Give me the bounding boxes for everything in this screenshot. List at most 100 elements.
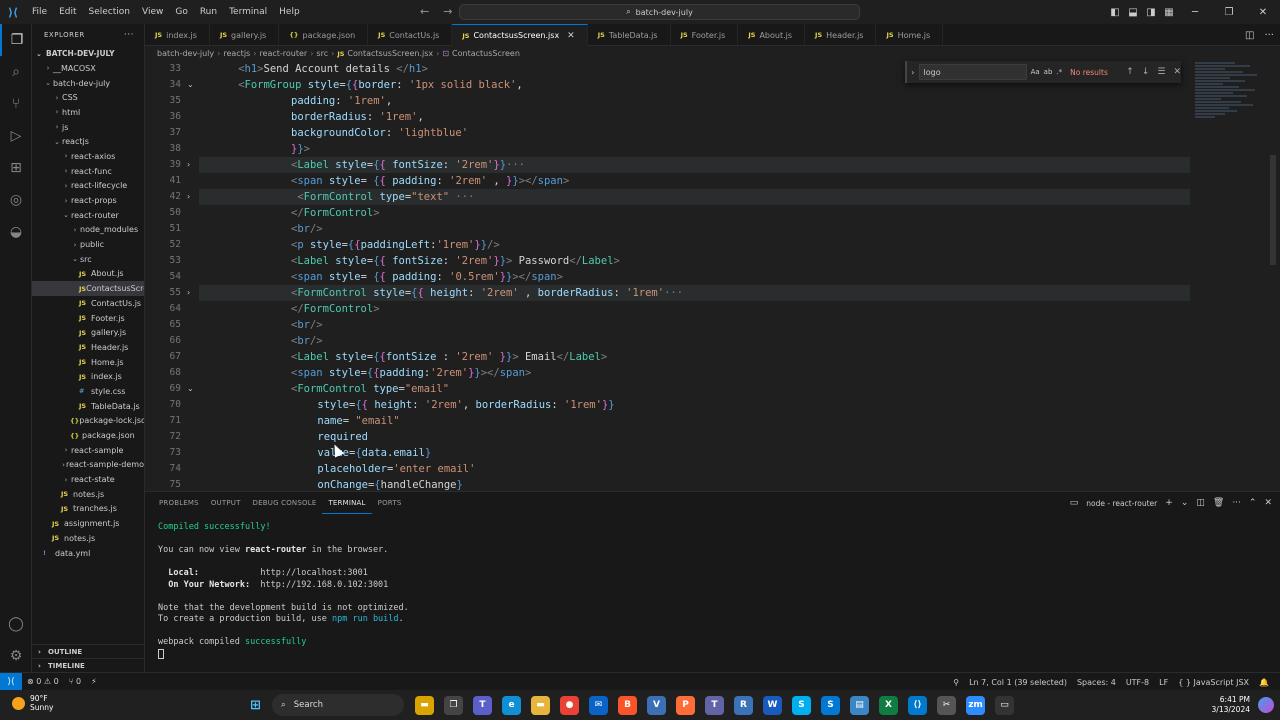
code-line[interactable]: <Label style={{fontSize : '2rem' }}> Ema…: [291, 349, 607, 365]
close-tab-icon[interactable]: ✕: [567, 31, 575, 41]
code-line[interactable]: <Label style={{ fontSize: '2rem'}}> Pass…: [291, 253, 620, 269]
manage-gear-icon[interactable]: ⚙: [0, 640, 32, 672]
source-control-icon[interactable]: ⑂: [0, 88, 32, 120]
tree-file[interactable]: {} package.json: [32, 428, 144, 443]
code-line[interactable]: required: [317, 429, 368, 445]
tree-folder[interactable]: › html: [32, 105, 144, 120]
code-line[interactable]: <FormControl type="text" ···: [291, 189, 474, 205]
forward-arrow-icon[interactable]: →: [443, 5, 452, 18]
panel-tab-problems[interactable]: PROBLEMS: [153, 492, 205, 514]
close-window-button[interactable]: ✕: [1246, 7, 1280, 18]
toggle-secondary-sidebar-icon[interactable]: ◨: [1142, 7, 1160, 18]
tree-folder[interactable]: › react-lifecycle: [32, 179, 144, 194]
search-view-icon[interactable]: ⌕: [0, 56, 32, 88]
minimize-button[interactable]: ─: [1178, 7, 1212, 18]
tree-file[interactable]: JS TableData.js: [32, 399, 144, 414]
taskbar-search[interactable]: ⌕ Search: [272, 694, 404, 716]
outline-section[interactable]: › OUTLINE: [32, 644, 144, 658]
maximize-panel-icon[interactable]: ⌃: [1249, 498, 1257, 508]
tree-folder[interactable]: › CSS: [32, 90, 144, 105]
vpn-icon[interactable]: V: [647, 695, 666, 715]
code-editor[interactable]: 33 <h1>Send Account details </h1> 34 ⌄ <Form…: [145, 61, 1280, 491]
menu-file[interactable]: File: [26, 0, 53, 24]
tree-file[interactable]: # style.css: [32, 384, 144, 399]
tree-folder[interactable]: › react-func: [32, 164, 144, 179]
tab-header-js[interactable]: JS Header.js: [805, 24, 877, 46]
code-line[interactable]: </FormControl>: [291, 205, 380, 221]
code-line[interactable]: backgroundColor: 'lightblue': [291, 125, 468, 141]
code-line[interactable]: <span style={{padding:'2rem'}}></span>: [291, 365, 531, 381]
tree-file[interactable]: JS assignment.js: [32, 516, 144, 531]
copilot-icon[interactable]: [1258, 697, 1274, 713]
next-match-icon[interactable]: ↓: [1142, 67, 1150, 77]
code-line[interactable]: </FormControl>: [291, 301, 380, 317]
skype-business-icon[interactable]: S: [821, 695, 840, 715]
extensions-icon[interactable]: ⊞: [0, 152, 32, 184]
tab-gallery-js[interactable]: JS gallery.js: [210, 24, 280, 46]
whole-word-icon[interactable]: ab: [1044, 68, 1053, 76]
menu-help[interactable]: Help: [273, 0, 306, 24]
split-terminal-icon[interactable]: ◫: [1196, 498, 1205, 508]
tab-contactsusscreen-jsx[interactable]: JS ContactsusScreen.jsx ✕: [452, 24, 588, 46]
restore-button[interactable]: ❐: [1212, 7, 1246, 18]
tree-file[interactable]: JS notes.js: [32, 531, 144, 546]
editor-scrollbar[interactable]: [1270, 155, 1276, 265]
tab-footer-js[interactable]: JS Footer.js: [671, 24, 739, 46]
code-line[interactable]: onChange={handleChange}: [317, 477, 462, 491]
menu-edit[interactable]: Edit: [53, 0, 82, 24]
breadcrumb-item[interactable]: src: [316, 49, 328, 58]
breadcrumb-item[interactable]: reactjs: [223, 49, 250, 58]
notepad-icon[interactable]: ▤: [850, 695, 869, 715]
panel-tab-terminal[interactable]: TERMINAL: [322, 492, 372, 514]
excel-icon[interactable]: X: [879, 695, 898, 715]
code-line[interactable]: <br/>: [291, 221, 323, 237]
folder-icon[interactable]: ▬: [531, 695, 550, 715]
menu-selection[interactable]: Selection: [83, 0, 136, 24]
tree-folder[interactable]: › node_modules: [32, 223, 144, 238]
menu-go[interactable]: Go: [169, 0, 193, 24]
breadcrumb-item[interactable]: ContactusScreen: [452, 49, 520, 58]
command-center[interactable]: ⌕ batch-dev-july: [459, 4, 860, 20]
toggle-panel-icon[interactable]: ⬓: [1124, 7, 1142, 18]
tree-file[interactable]: JS tranches.js: [32, 502, 144, 517]
encoding[interactable]: UTF-8: [1121, 678, 1154, 687]
tree-folder[interactable]: › public: [32, 237, 144, 252]
remote-icon[interactable]: R: [734, 695, 753, 715]
code-line[interactable]: <FormGroup style={{border: '1px solid bl…: [238, 77, 523, 93]
more-actions-icon[interactable]: ···: [1264, 30, 1274, 41]
fold-collapsed-icon[interactable]: ›: [187, 285, 190, 301]
code-line[interactable]: <br/>: [291, 317, 323, 333]
code-line[interactable]: borderRadius: '1rem',: [291, 109, 424, 125]
more-actions-icon[interactable]: ···: [124, 30, 144, 40]
tree-file[interactable]: JS notes.js: [32, 487, 144, 502]
account-icon[interactable]: ◯: [0, 608, 32, 640]
tree-folder[interactable]: › react-sample: [32, 443, 144, 458]
mail-icon[interactable]: ✉: [589, 695, 608, 715]
remote-icon[interactable]: ⟩⟨: [0, 672, 22, 691]
cursor-position[interactable]: Ln 7, Col 1 (39 selected): [964, 678, 1072, 687]
word-icon[interactable]: W: [763, 695, 782, 715]
tree-file[interactable]: JS gallery.js: [32, 325, 144, 340]
timeline-section[interactable]: › TIMELINE: [32, 658, 144, 672]
tree-file[interactable]: JS About.js: [32, 267, 144, 282]
panel-tab-output[interactable]: OUTPUT: [205, 492, 247, 514]
tab-index-js[interactable]: JS index.js: [145, 24, 210, 46]
zoom-icon[interactable]: zm: [966, 695, 985, 715]
regex-icon[interactable]: .*: [1056, 68, 1062, 76]
code-line[interactable]: <h1>Send Account details </h1>: [238, 61, 428, 77]
previous-match-icon[interactable]: ↑: [1126, 67, 1134, 77]
trash-icon[interactable]: 🗑: [1213, 498, 1224, 508]
tree-folder[interactable]: › js: [32, 120, 144, 135]
pin-icon[interactable]: ⚲: [948, 678, 964, 687]
end-of-line[interactable]: LF: [1154, 678, 1173, 687]
teams-classic-icon[interactable]: T: [705, 695, 724, 715]
close-find-icon[interactable]: ✕: [1173, 67, 1181, 77]
breadcrumb-item[interactable]: react-router: [259, 49, 307, 58]
tab-contactus-js[interactable]: JS ContactUs.js: [368, 24, 453, 46]
explorer-icon[interactable]: ❐: [0, 24, 32, 56]
tree-folder[interactable]: ⌄ batch-dev-july: [32, 76, 144, 91]
find-in-selection-icon[interactable]: ☰: [1157, 67, 1165, 77]
toggle-sidebar-icon[interactable]: ◧: [1106, 7, 1124, 18]
tree-folder[interactable]: › react-state: [32, 472, 144, 487]
brave-icon[interactable]: B: [618, 695, 637, 715]
